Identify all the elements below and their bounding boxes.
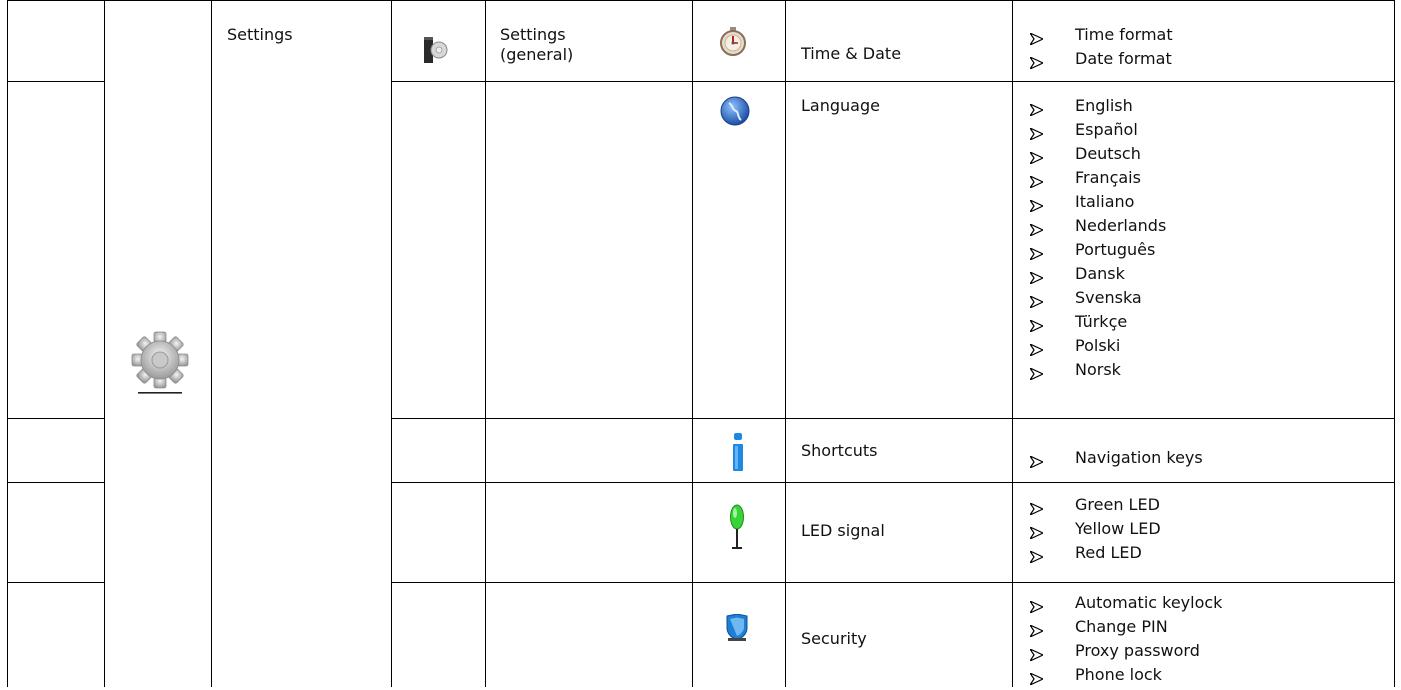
table-border: [391, 81, 1395, 82]
option-list-shortcuts: Navigation keys: [1028, 448, 1203, 472]
arrow-bullet-icon: [1028, 548, 1045, 565]
table-border: [692, 0, 693, 687]
arrow-bullet-icon: [1028, 622, 1045, 639]
table-border: [391, 482, 1395, 483]
list-item: Dansk: [1028, 264, 1166, 288]
table-border: [391, 418, 1395, 419]
green-led-icon: [729, 503, 745, 551]
list-item: Red LED: [1028, 543, 1161, 567]
settings-general-icon: [423, 34, 449, 64]
table-border: [7, 81, 105, 82]
settings-table: [0, 0, 1401, 687]
list-item: Norsk: [1028, 360, 1166, 384]
arrow-bullet-icon: [1028, 30, 1045, 47]
setting-name-security: Security: [801, 629, 867, 648]
arrow-bullet-icon: [1028, 341, 1045, 358]
globe-icon: [720, 96, 750, 126]
list-item: Proxy password: [1028, 641, 1222, 665]
setting-name-led-signal: LED signal: [801, 521, 885, 540]
list-item: Deutsch: [1028, 144, 1166, 168]
table-border: [391, 582, 1395, 583]
option-list-time-date: Time format Date format: [1028, 25, 1173, 73]
menu-title: Settings: [227, 25, 293, 44]
arrow-bullet-icon: [1028, 245, 1045, 262]
list-item: Green LED: [1028, 495, 1161, 519]
list-item: Português: [1028, 240, 1166, 264]
list-item: Polski: [1028, 336, 1166, 360]
list-item: Phone lock: [1028, 665, 1222, 689]
arrow-bullet-icon: [1028, 101, 1045, 118]
arrow-bullet-icon: [1028, 453, 1045, 470]
table-border: [7, 0, 1395, 1]
list-item: Français: [1028, 168, 1166, 192]
table-border: [1012, 0, 1013, 687]
list-item: Date format: [1028, 49, 1173, 73]
option-list-security: Automatic keylock Change PIN Proxy passw…: [1028, 593, 1222, 689]
table-border: [1394, 0, 1395, 687]
arrow-bullet-icon: [1028, 365, 1045, 382]
list-item: Navigation keys: [1028, 448, 1203, 472]
info-icon: [732, 433, 744, 471]
setting-name-language: Language: [801, 96, 880, 115]
table-border: [7, 582, 105, 583]
arrow-bullet-icon: [1028, 317, 1045, 334]
list-item: Nederlands: [1028, 216, 1166, 240]
option-list-led-signal: Green LED Yellow LED Red LED: [1028, 495, 1161, 567]
list-item: Italiano: [1028, 192, 1166, 216]
table-border: [7, 418, 105, 419]
shield-icon: [724, 613, 750, 642]
setting-name-time-date: Time & Date: [801, 44, 902, 63]
table-border: [211, 0, 212, 687]
arrow-bullet-icon: [1028, 221, 1045, 238]
arrow-bullet-icon: [1028, 293, 1045, 310]
submenu-title: Settings (general): [500, 25, 574, 64]
arrow-bullet-icon: [1028, 125, 1045, 142]
table-border: [785, 0, 786, 687]
arrow-bullet-icon: [1028, 598, 1045, 615]
table-border: [485, 0, 486, 687]
list-item: English: [1028, 96, 1166, 120]
arrow-bullet-icon: [1028, 173, 1045, 190]
list-item: Español: [1028, 120, 1166, 144]
arrow-bullet-icon: [1028, 670, 1045, 687]
arrow-bullet-icon: [1028, 524, 1045, 541]
arrow-bullet-icon: [1028, 269, 1045, 286]
arrow-bullet-icon: [1028, 149, 1045, 166]
list-item: Yellow LED: [1028, 519, 1161, 543]
arrow-bullet-icon: [1028, 500, 1045, 517]
table-border: [104, 0, 105, 687]
list-item: Automatic keylock: [1028, 593, 1222, 617]
arrow-bullet-icon: [1028, 197, 1045, 214]
clock-icon: [719, 27, 747, 57]
setting-name-shortcuts: Shortcuts: [801, 441, 878, 460]
gear-icon: [124, 326, 196, 396]
table-border: [7, 0, 8, 687]
list-item: Change PIN: [1028, 617, 1222, 641]
arrow-bullet-icon: [1028, 54, 1045, 71]
arrow-bullet-icon: [1028, 646, 1045, 663]
list-item: Svenska: [1028, 288, 1166, 312]
table-border: [7, 482, 105, 483]
table-border: [391, 0, 392, 687]
list-item: Türkçe: [1028, 312, 1166, 336]
option-list-language: English Español Deutsch Français Italian…: [1028, 96, 1166, 384]
list-item: Time format: [1028, 25, 1173, 49]
